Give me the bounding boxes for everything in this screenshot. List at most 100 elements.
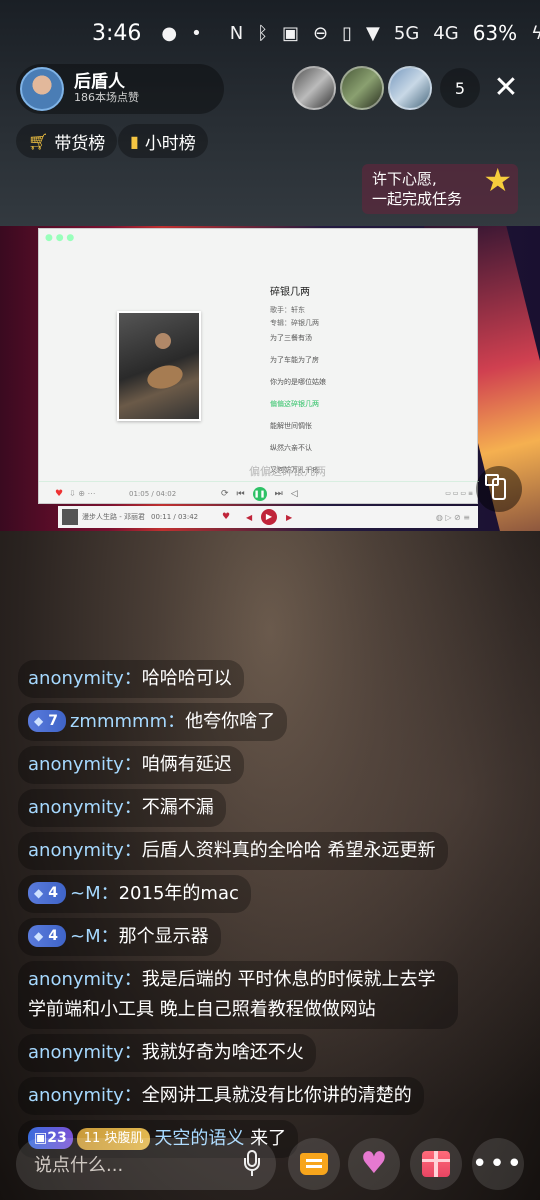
chat-separator: ： — [123, 840, 142, 861]
lyric-line: 为了三餐有汤 — [270, 334, 312, 342]
viewer-count[interactable]: 5 — [440, 68, 480, 108]
volume-icon[interactable]: ◁ — [291, 489, 298, 499]
mini-time: 00:11 / 03:42 — [150, 513, 199, 521]
chat-message[interactable]: anonymity：咱俩有延迟 — [18, 746, 244, 784]
chat-text: 咱俩有延迟 — [141, 754, 232, 775]
chat-separator: ： — [100, 883, 119, 904]
heart-icon: ♥ — [360, 1146, 388, 1181]
chat-username[interactable]: anonymity — [28, 754, 124, 775]
diamond-icon: ◆ — [34, 714, 44, 728]
loop-icon[interactable]: ⟳ — [221, 489, 229, 499]
shared-screen: ● ● ● 碎银几两 歌手：轩东 专辑：碎银几两 为了三餐有汤 为了车能为了房 你为… — [0, 226, 540, 531]
chat-separator: ： — [123, 797, 142, 818]
more-button[interactable]: ••• — [472, 1138, 524, 1190]
diamond-icon: ◆ — [34, 929, 44, 943]
lyric-line: 你为的是哪位姑娘 — [270, 378, 326, 386]
chat-list: anonymity：哈哈哈可以 ◆ 7 zmmmmm：他夸你啥了 anonymity：咱… — [18, 660, 478, 1163]
wish-banner[interactable]: 许下心愿, 一起完成任务 ★ — [362, 164, 518, 214]
comment-placeholder: 说点什么... — [34, 1155, 124, 1176]
viewer-avatar[interactable] — [340, 66, 384, 110]
singer-label: 歌手： — [270, 306, 291, 314]
mini-title: 漫步人生路 - 邓丽君 — [82, 513, 145, 521]
music-player-window: ● ● ● 碎银几两 歌手：轩东 专辑：碎银几两 为了三餐有汤 为了车能为了房 你为… — [38, 228, 479, 504]
lyric-line: 为了车能为了房 — [270, 356, 319, 364]
chat-username[interactable]: anonymity — [28, 969, 124, 990]
song-title: 碎银几两 — [270, 287, 310, 298]
chat-message[interactable]: ◆ 7 zmmmmm：他夸你啥了 — [18, 703, 288, 741]
microphone-icon[interactable] — [244, 1150, 260, 1176]
pause-button[interactable]: ❚❚ — [252, 486, 267, 501]
album-label: 专辑： — [270, 319, 291, 327]
signal-5g-icon: 5G — [393, 22, 420, 44]
chat-message[interactable]: anonymity：不漏不漏 — [18, 789, 226, 827]
chat-message[interactable]: ◆ 4 ~M：2015年的mac — [18, 875, 251, 913]
user-level: 4 — [48, 928, 58, 944]
user-level: 4 — [48, 885, 58, 901]
chat-message[interactable]: anonymity：我是后端的 平时休息的时候就上去学学前端和小工具 晚上自己照… — [18, 961, 458, 1029]
diamond-icon: ◆ — [34, 886, 44, 900]
player-tool-icons[interactable]: ⇩ ⊕ ⋯ — [69, 489, 96, 498]
bar-chart-icon: ▮ — [130, 131, 139, 151]
wifi-icon: ▼ — [366, 22, 380, 44]
goods-rank-button[interactable]: 🛒︎ 带货榜 — [16, 124, 118, 158]
chat-separator: ： — [123, 969, 142, 990]
chat-text: 那个显示器 — [118, 926, 209, 947]
gift-icon — [422, 1151, 450, 1177]
chat-username[interactable]: anonymity — [28, 840, 124, 861]
mini-previous-icon[interactable]: ◀ — [246, 513, 252, 522]
chat-username[interactable]: anonymity — [28, 797, 124, 818]
previous-icon[interactable]: ⏮ — [237, 489, 245, 499]
rotate-screen-button[interactable] — [476, 466, 522, 512]
streamer-pill[interactable]: 后盾人 186本场点赞 — [16, 64, 224, 114]
window-controls-icon: ● ● ● — [45, 233, 75, 243]
chat-username[interactable]: anonymity — [28, 1085, 124, 1106]
mini-like-icon[interactable]: ♥ — [222, 512, 230, 522]
hourly-rank-label: 小时榜 — [144, 133, 196, 154]
shopping-cart-button[interactable] — [288, 1138, 340, 1190]
singer-name: 轩东 — [291, 306, 305, 314]
like-icon[interactable]: ♥ — [55, 489, 63, 499]
user-level-badge: ◆ 4 — [28, 882, 66, 904]
chat-message[interactable]: ◆ 4 ~M：那个显示器 — [18, 918, 221, 956]
chat-username[interactable]: anonymity — [28, 668, 124, 689]
more-icon: ••• — [472, 1149, 525, 1179]
chat-text: 后盾人资料真的全哈哈 希望永远更新 — [141, 840, 436, 861]
streamer-avatar[interactable] — [20, 67, 64, 111]
chat-separator: ： — [123, 668, 142, 689]
mini-next-icon[interactable]: ▶ — [286, 513, 292, 522]
goods-rank-label: 带货榜 — [54, 133, 106, 154]
mini-play-button[interactable]: ▶ — [261, 509, 277, 525]
next-icon[interactable]: ⏭ — [275, 489, 283, 499]
vibrate-icon: ▯ — [342, 22, 353, 44]
chat-username[interactable]: ~M — [70, 926, 101, 947]
chat-message[interactable]: anonymity：哈哈哈可以 — [18, 660, 244, 698]
lyric-line: 能解世间惆怅 — [270, 422, 312, 430]
close-button[interactable]: ✕ — [488, 70, 524, 106]
chat-username[interactable]: ~M — [70, 883, 101, 904]
viewer-avatar[interactable] — [292, 66, 336, 110]
chat-separator: ： — [123, 1085, 142, 1106]
battery-level: 63% — [472, 21, 518, 45]
chat-username[interactable]: anonymity — [28, 1042, 124, 1063]
user-level-badge: ◆ 4 — [28, 925, 66, 947]
charging-icon: ϟ — [531, 22, 540, 44]
like-button[interactable]: ♥ — [348, 1138, 400, 1190]
shooting-star-icon: ★ — [483, 161, 512, 199]
chat-message[interactable]: anonymity：后盾人资料真的全哈哈 希望永远更新 — [18, 832, 448, 870]
chat-separator: ： — [100, 926, 119, 947]
album-cover — [117, 311, 201, 421]
comment-input[interactable]: 说点什么... — [16, 1138, 276, 1190]
status-time: 3:46 — [92, 20, 142, 46]
viewer-avatar[interactable] — [388, 66, 432, 110]
chat-message[interactable]: anonymity：我就好奇为啥还不火 — [18, 1034, 316, 1072]
dot-icon: • — [191, 22, 202, 44]
chat-username[interactable]: zmmmmm — [70, 711, 167, 732]
hourly-rank-button[interactable]: ▮ 小时榜 — [118, 124, 208, 158]
player-extra-icons[interactable]: ▭ ▭ ▭ ≡ — [445, 490, 473, 497]
user-level-badge: ◆ 7 — [28, 710, 66, 732]
volte-icon: ▣ — [282, 22, 300, 44]
chat-text: 不漏不漏 — [141, 797, 214, 818]
chat-message[interactable]: anonymity：全网讲工具就没有比你讲的清楚的 — [18, 1077, 424, 1115]
mini-tool-icons[interactable]: ◍ ▷ ⊘ ≡ — [436, 513, 470, 522]
gift-button[interactable] — [410, 1138, 462, 1190]
